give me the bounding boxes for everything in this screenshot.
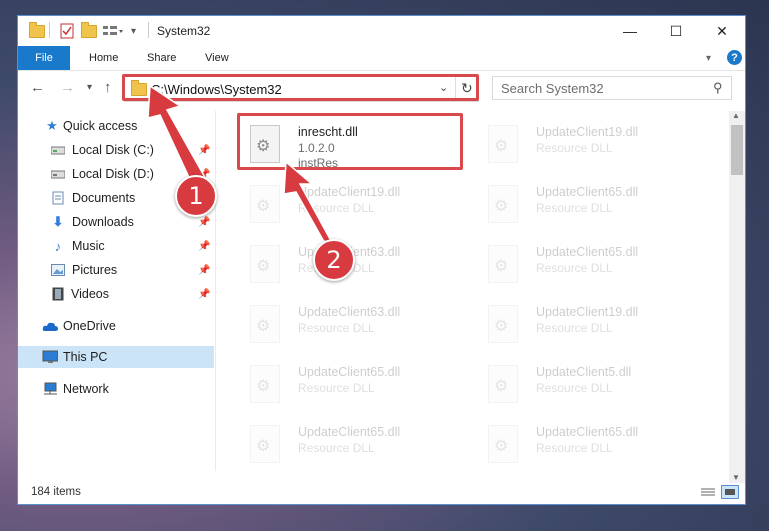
arrow-to-file <box>283 160 337 251</box>
step-1-badge: 1 <box>175 175 217 217</box>
annotation-arrows <box>147 84 337 251</box>
step-2-badge: 2 <box>313 239 355 281</box>
arrow-to-address-bar <box>147 84 209 187</box>
